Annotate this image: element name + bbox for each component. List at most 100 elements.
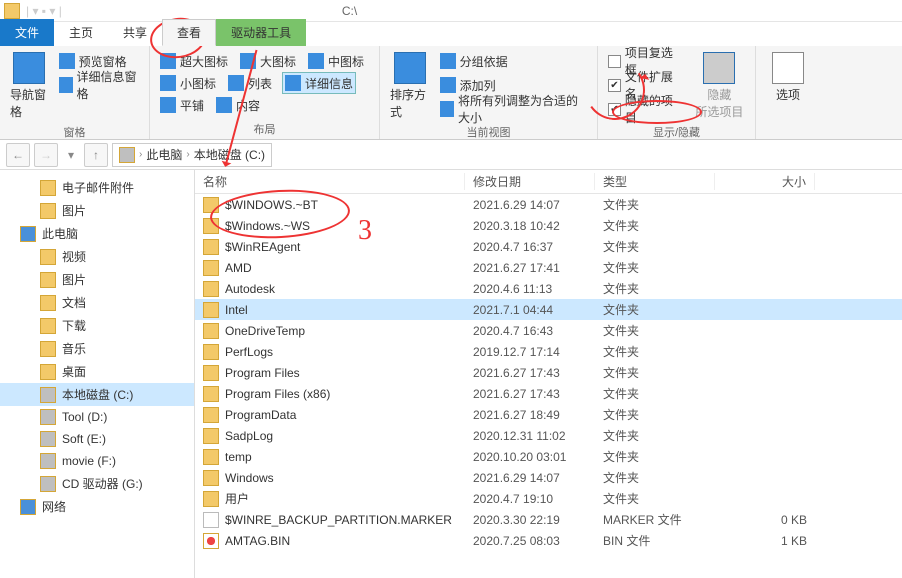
folder-icon [40,341,56,357]
file-row[interactable]: temp2020.10.20 03:01文件夹 [195,446,902,467]
crumb-pc[interactable]: 此电脑 [146,146,182,163]
file-row[interactable]: PerfLogs2019.12.7 17:14文件夹 [195,341,902,362]
folder-icon [40,203,56,219]
tree-item[interactable]: 文档 [0,291,194,314]
breadcrumb[interactable]: › 此电脑 › 本地磁盘 (C:) [112,143,272,167]
tree-item[interactable]: movie (F:) [0,450,194,472]
file-row[interactable]: ProgramData2021.6.27 18:49文件夹 [195,404,902,425]
file-list[interactable]: 名称 修改日期 类型 大小 $WINDOWS.~BT2021.6.29 14:0… [195,170,902,578]
file-row[interactable]: Windows2021.6.29 14:07文件夹 [195,467,902,488]
tab-share[interactable]: 共享 [108,19,162,46]
folder-icon [203,365,219,381]
list-icon [228,75,244,91]
hide-selected-button[interactable]: 隐藏 所选项目 [692,50,747,122]
tree-label: 图片 [62,202,86,219]
tree-item[interactable]: Soft (E:) [0,428,194,450]
layout-m[interactable]: 中图标 [306,50,366,72]
file-name: Autodesk [225,282,275,296]
title-path: C:\ [342,4,357,18]
layout-xl[interactable]: 超大图标 [158,50,230,72]
crumb-drive[interactable]: 本地磁盘 (C:) [194,146,265,163]
tree-item[interactable]: 桌面 [0,360,194,383]
det-label: 详细信息 [305,75,353,92]
file-row[interactable]: AMD2021.6.27 17:41文件夹 [195,257,902,278]
file-name: PerfLogs [225,345,273,359]
file-date: 2020.3.30 22:19 [465,513,595,527]
layout-details[interactable]: 详细信息 [282,72,356,94]
tab-home[interactable]: 主页 [54,19,108,46]
nav-tree[interactable]: 电子邮件附件图片此电脑视频图片文档下载音乐桌面本地磁盘 (C:)Tool (D:… [0,170,195,578]
tree-item[interactable]: 音乐 [0,337,194,360]
file-date: 2021.6.29 14:07 [465,471,595,485]
header-name[interactable]: 名称 [195,173,465,190]
up-button[interactable]: ↑ [84,143,108,167]
fit-columns-button[interactable]: 将所有列调整为合适的大小 [438,98,589,120]
sort-icon [394,52,426,84]
file-row[interactable]: $WINDOWS.~BT2021.6.29 14:07文件夹 [195,194,902,215]
file-row[interactable]: $Windows.~WS2020.3.18 10:42文件夹 [195,215,902,236]
layout-tiles[interactable]: 平铺 [158,94,206,116]
header-type[interactable]: 类型 [595,173,715,190]
file-row[interactable]: Program Files (x86)2021.6.27 17:43文件夹 [195,383,902,404]
details-pane-button[interactable]: 详细信息窗格 [57,74,141,96]
file-name: Intel [225,303,248,317]
folder-icon [203,470,219,486]
history-dropdown[interactable]: ▾ [62,143,80,167]
pc-icon [20,499,36,515]
header-date[interactable]: 修改日期 [465,173,595,190]
file-row[interactable]: 用户2020.4.7 19:10文件夹 [195,488,902,509]
back-button[interactable]: ← [6,143,30,167]
tree-item[interactable]: 本地磁盘 (C:) [0,383,194,406]
tree-item[interactable]: 电子邮件附件 [0,176,194,199]
hidden-items-toggle[interactable]: ✔隐藏的项目 [606,98,686,120]
tree-item[interactable]: 网络 [0,495,194,518]
group-by-button[interactable]: 分组依据 [438,50,589,72]
file-row[interactable]: Autodesk2020.4.6 11:13文件夹 [195,278,902,299]
tree-item[interactable]: Tool (D:) [0,406,194,428]
layout-l[interactable]: 大图标 [238,50,298,72]
options-button[interactable]: 选项 [764,50,812,105]
header-size[interactable]: 大小 [715,173,815,190]
drive-icon [40,453,56,469]
file-type: 文件夹 [595,427,715,444]
ribbon: 导航窗格 预览窗格 详细信息窗格 窗格 超大图标 大图标 中图标 小图标 列表 … [0,46,902,140]
file-size: 0 KB [715,513,815,527]
file-row[interactable]: $WinREAgent2020.4.7 16:37文件夹 [195,236,902,257]
file-name: $Windows.~WS [225,219,310,233]
file-row[interactable]: AMTAG.BIN2020.7.25 08:03BIN 文件1 KB [195,530,902,551]
tab-view[interactable]: 查看 [162,19,216,46]
nav-pane-label: 导航窗格 [10,86,49,120]
tree-item[interactable]: 下载 [0,314,194,337]
tree-item[interactable]: CD 驱动器 (G:) [0,472,194,495]
det-icon [285,75,301,91]
file-type: 文件夹 [595,217,715,234]
folder-icon [40,249,56,265]
file-row[interactable]: $WINRE_BACKUP_PARTITION.MARKER2020.3.30 … [195,509,902,530]
address-row: ← → ▾ ↑ › 此电脑 › 本地磁盘 (C:) [0,140,902,170]
file-row[interactable]: Intel2021.7.1 04:44文件夹 [195,299,902,320]
l-icon [240,53,256,69]
tab-file[interactable]: 文件 [0,19,54,46]
group-show-hide-title: 显示/隐藏 [606,122,747,140]
tab-drive-tools[interactable]: 驱动器工具 [216,19,306,46]
folder-icon [40,295,56,311]
layout-list[interactable]: 列表 [226,72,274,94]
layout-content[interactable]: 内容 [214,94,262,116]
file-row[interactable]: Program Files2021.6.27 17:43文件夹 [195,362,902,383]
fit-icon [440,101,454,117]
forward-button[interactable]: → [34,143,58,167]
file-row[interactable]: SadpLog2020.12.31 11:02文件夹 [195,425,902,446]
preview-icon [59,53,75,69]
sort-button[interactable]: 排序方式 [388,50,432,122]
layout-s[interactable]: 小图标 [158,72,218,94]
nav-pane-button[interactable]: 导航窗格 [8,50,51,122]
tree-item[interactable]: 视频 [0,245,194,268]
tree-item[interactable]: 图片 [0,199,194,222]
file-row[interactable]: OneDriveTemp2020.4.7 16:43文件夹 [195,320,902,341]
tree-item[interactable]: 图片 [0,268,194,291]
tree-item[interactable]: 此电脑 [0,222,194,245]
group-icon [440,53,456,69]
file-name: SadpLog [225,429,273,443]
addcol-label: 添加列 [460,77,496,94]
folder-icon [4,3,20,19]
